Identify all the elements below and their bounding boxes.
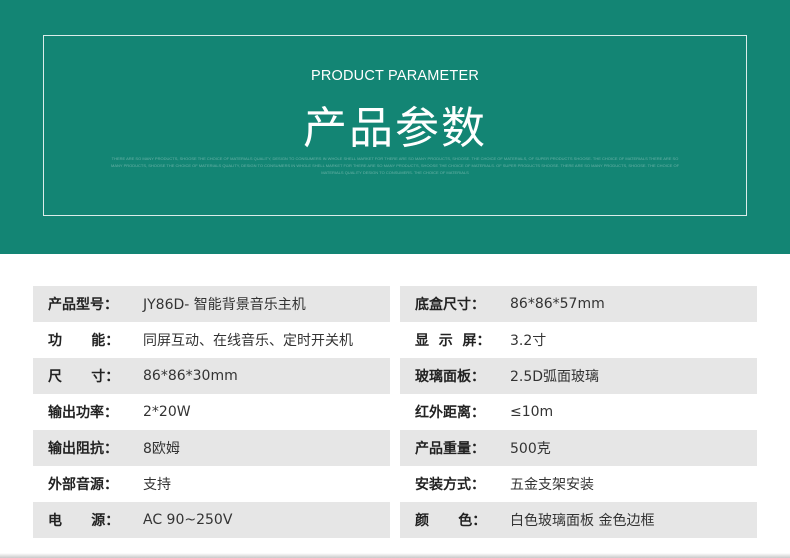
param-row-box-size: 底盒尺寸： 86*86*57mm xyxy=(400,286,757,322)
param-label: 玻璃面板： xyxy=(415,369,485,385)
param-value: 同屏互动、在线音乐、定时开关机 xyxy=(143,333,353,349)
param-label: 输出功率： xyxy=(48,405,118,421)
param-label: 红外距离： xyxy=(415,405,485,421)
param-label: 产品重量： xyxy=(415,441,485,457)
parameter-column-right: 底盒尺寸： 86*86*57mm 显 示 屏： 3.2寸 玻璃面板： 2.5D弧… xyxy=(400,286,757,538)
param-value: 2.5D弧面玻璃 xyxy=(510,369,600,385)
param-row-glass-panel: 玻璃面板： 2.5D弧面玻璃 xyxy=(400,358,757,394)
header-banner: PRODUCT PARAMETER 产品参数 THERE ARE SO MANY… xyxy=(0,0,790,254)
bottom-divider xyxy=(0,553,790,558)
param-label: 显 示 屏： xyxy=(415,333,491,349)
param-row-output-power: 输出功率： 2*20W xyxy=(33,394,390,430)
param-row-installation: 安装方式： 五金支架安装 xyxy=(400,466,757,502)
param-label: 产品型号： xyxy=(48,297,118,313)
param-value: 500克 xyxy=(510,441,551,457)
param-row-weight: 产品重量： 500克 xyxy=(400,430,757,466)
param-label: 底盒尺寸： xyxy=(415,297,485,313)
param-label: 安装方式： xyxy=(415,477,485,493)
param-row-infrared-range: 红外距离： ≤10m xyxy=(400,394,757,430)
param-row-function: 功 能： 同屏互动、在线音乐、定时开关机 xyxy=(33,322,390,358)
param-value: JY86D- 智能背景音乐主机 xyxy=(143,297,306,313)
banner-fine-print: THERE ARE SO MANY PRODUCTS, SHOOSE THE C… xyxy=(110,156,680,175)
param-value: 86*86*30mm xyxy=(143,368,238,384)
param-value: 白色玻璃面板 金色边框 xyxy=(510,513,655,529)
param-row-display: 显 示 屏： 3.2寸 xyxy=(400,322,757,358)
banner-title-en: PRODUCT PARAMETER xyxy=(310,68,480,84)
param-value: 86*86*57mm xyxy=(510,296,605,312)
param-row-model: 产品型号： JY86D- 智能背景音乐主机 xyxy=(33,286,390,322)
param-label: 外部音源： xyxy=(48,477,118,493)
param-value: 3.2寸 xyxy=(510,333,547,349)
param-row-power-supply: 电 源： AC 90~250V xyxy=(33,502,390,538)
param-label: 输出阻抗： xyxy=(48,441,118,457)
param-row-external-source: 外部音源： 支持 xyxy=(33,466,390,502)
param-label: 尺 寸： xyxy=(48,369,120,385)
parameter-column-left: 产品型号： JY86D- 智能背景音乐主机 功 能： 同屏互动、在线音乐、定时开… xyxy=(33,286,390,538)
param-value: AC 90~250V xyxy=(143,512,233,528)
banner-title-cn: 产品参数 xyxy=(303,103,487,154)
param-row-size: 尺 寸： 86*86*30mm xyxy=(33,358,390,394)
param-row-color: 颜 色： 白色玻璃面板 金色边框 xyxy=(400,502,757,538)
param-label: 电 源： xyxy=(48,513,120,529)
param-value: 2*20W xyxy=(143,404,191,420)
param-label: 功 能： xyxy=(48,333,120,349)
param-value: ≤10m xyxy=(510,404,554,420)
param-value: 支持 xyxy=(143,477,171,493)
param-value: 五金支架安装 xyxy=(510,477,594,493)
param-label: 颜 色： xyxy=(415,513,487,529)
param-row-impedance: 输出阻抗： 8欧姆 xyxy=(33,430,390,466)
param-value: 8欧姆 xyxy=(143,441,180,457)
